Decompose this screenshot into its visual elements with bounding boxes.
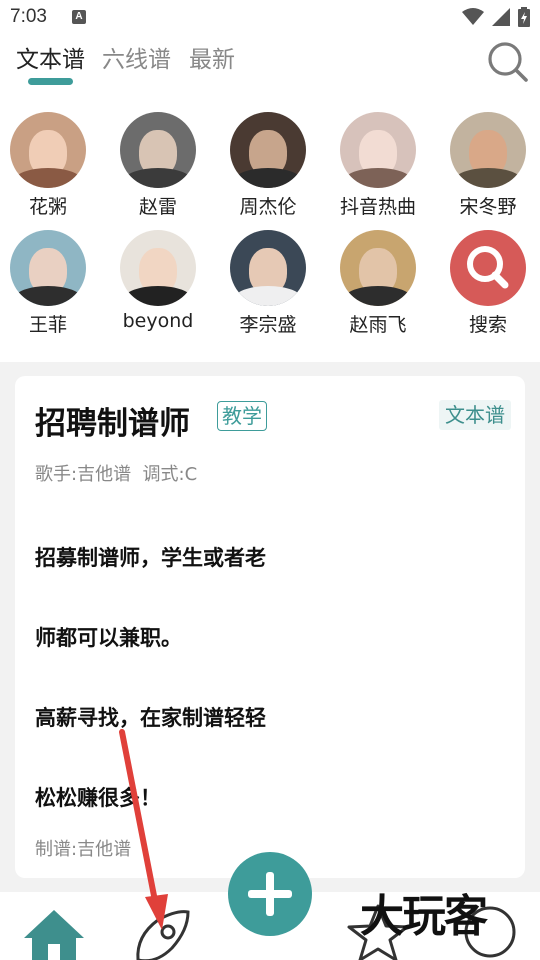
status-time: 7:03 (10, 6, 47, 27)
artist-item[interactable]: 王菲 (0, 230, 98, 337)
score-card[interactable]: 招聘制谱师 教学 文本谱 歌手:吉他谱 调式:C 招募制谱师，学生或者老 师都可… (15, 376, 525, 878)
avatar (450, 112, 526, 188)
artist-name: 花粥 (28, 196, 67, 218)
search-artist-icon (450, 230, 526, 306)
search-icon[interactable] (486, 40, 528, 82)
rocket-icon[interactable] (128, 906, 194, 960)
artist-name: 搜索 (468, 314, 507, 336)
status-bar: 7:03 A (0, 0, 540, 34)
artist-name: 赵雨飞 (349, 314, 407, 336)
artist-item-search[interactable]: 搜索 (438, 230, 538, 337)
artist-name: 赵雷 (138, 196, 177, 218)
avatar (230, 112, 306, 188)
artist-item[interactable]: 赵雷 (108, 112, 208, 219)
avatar (340, 112, 416, 188)
tab-text-score[interactable]: 文本谱 (16, 40, 85, 74)
artist-item[interactable]: 宋冬野 (438, 112, 538, 219)
watermark-text: 大玩客 (360, 891, 488, 942)
active-tab-indicator (28, 78, 73, 85)
card-author: 制谱:吉他谱 (35, 839, 132, 860)
category-badge: 教学 (217, 401, 267, 431)
notification-icon: A (72, 10, 86, 24)
artist-name: 宋冬野 (459, 196, 517, 218)
artist-name: 抖音热曲 (339, 196, 416, 218)
add-button[interactable] (228, 852, 312, 936)
avatar (340, 230, 416, 306)
artist-name: 周杰伦 (239, 196, 297, 218)
artist-item[interactable]: 花粥 (0, 112, 98, 219)
score-type-badge: 文本谱 (439, 400, 511, 430)
card-text-line: 松松赚很多！ (35, 786, 161, 810)
tab-latest[interactable]: 最新 (189, 40, 235, 74)
avatar (120, 112, 196, 188)
artist-name: beyond (122, 310, 194, 332)
avatar (10, 230, 86, 306)
battery-icon (518, 7, 530, 27)
artist-item[interactable]: beyond (108, 230, 208, 332)
signal-icon (492, 8, 510, 26)
avatar (230, 230, 306, 306)
artist-name: 王菲 (28, 314, 67, 336)
artist-name: 李宗盛 (239, 314, 297, 336)
home-icon[interactable] (22, 908, 86, 960)
status-icons (462, 6, 530, 28)
artist-item[interactable]: 赵雨飞 (328, 230, 428, 337)
card-meta: 歌手:吉他谱 调式:C (35, 464, 198, 485)
artist-item[interactable]: 抖音热曲 (328, 112, 428, 219)
artist-item[interactable]: 李宗盛 (218, 230, 318, 337)
artist-item[interactable]: 周杰伦 (218, 112, 318, 219)
card-text-line: 师都可以兼职。 (35, 626, 182, 650)
avatar (120, 230, 196, 306)
plus-icon (248, 872, 292, 916)
card-text-line: 招募制谱师，学生或者老 (35, 546, 266, 570)
avatar (10, 112, 86, 188)
card-title: 招聘制谱师 (35, 406, 190, 442)
wifi-icon (462, 8, 484, 25)
tab-guitar-tab[interactable]: 六线谱 (102, 40, 171, 74)
card-text-line: 高薪寻找，在家制谱轻轻 (35, 706, 266, 730)
